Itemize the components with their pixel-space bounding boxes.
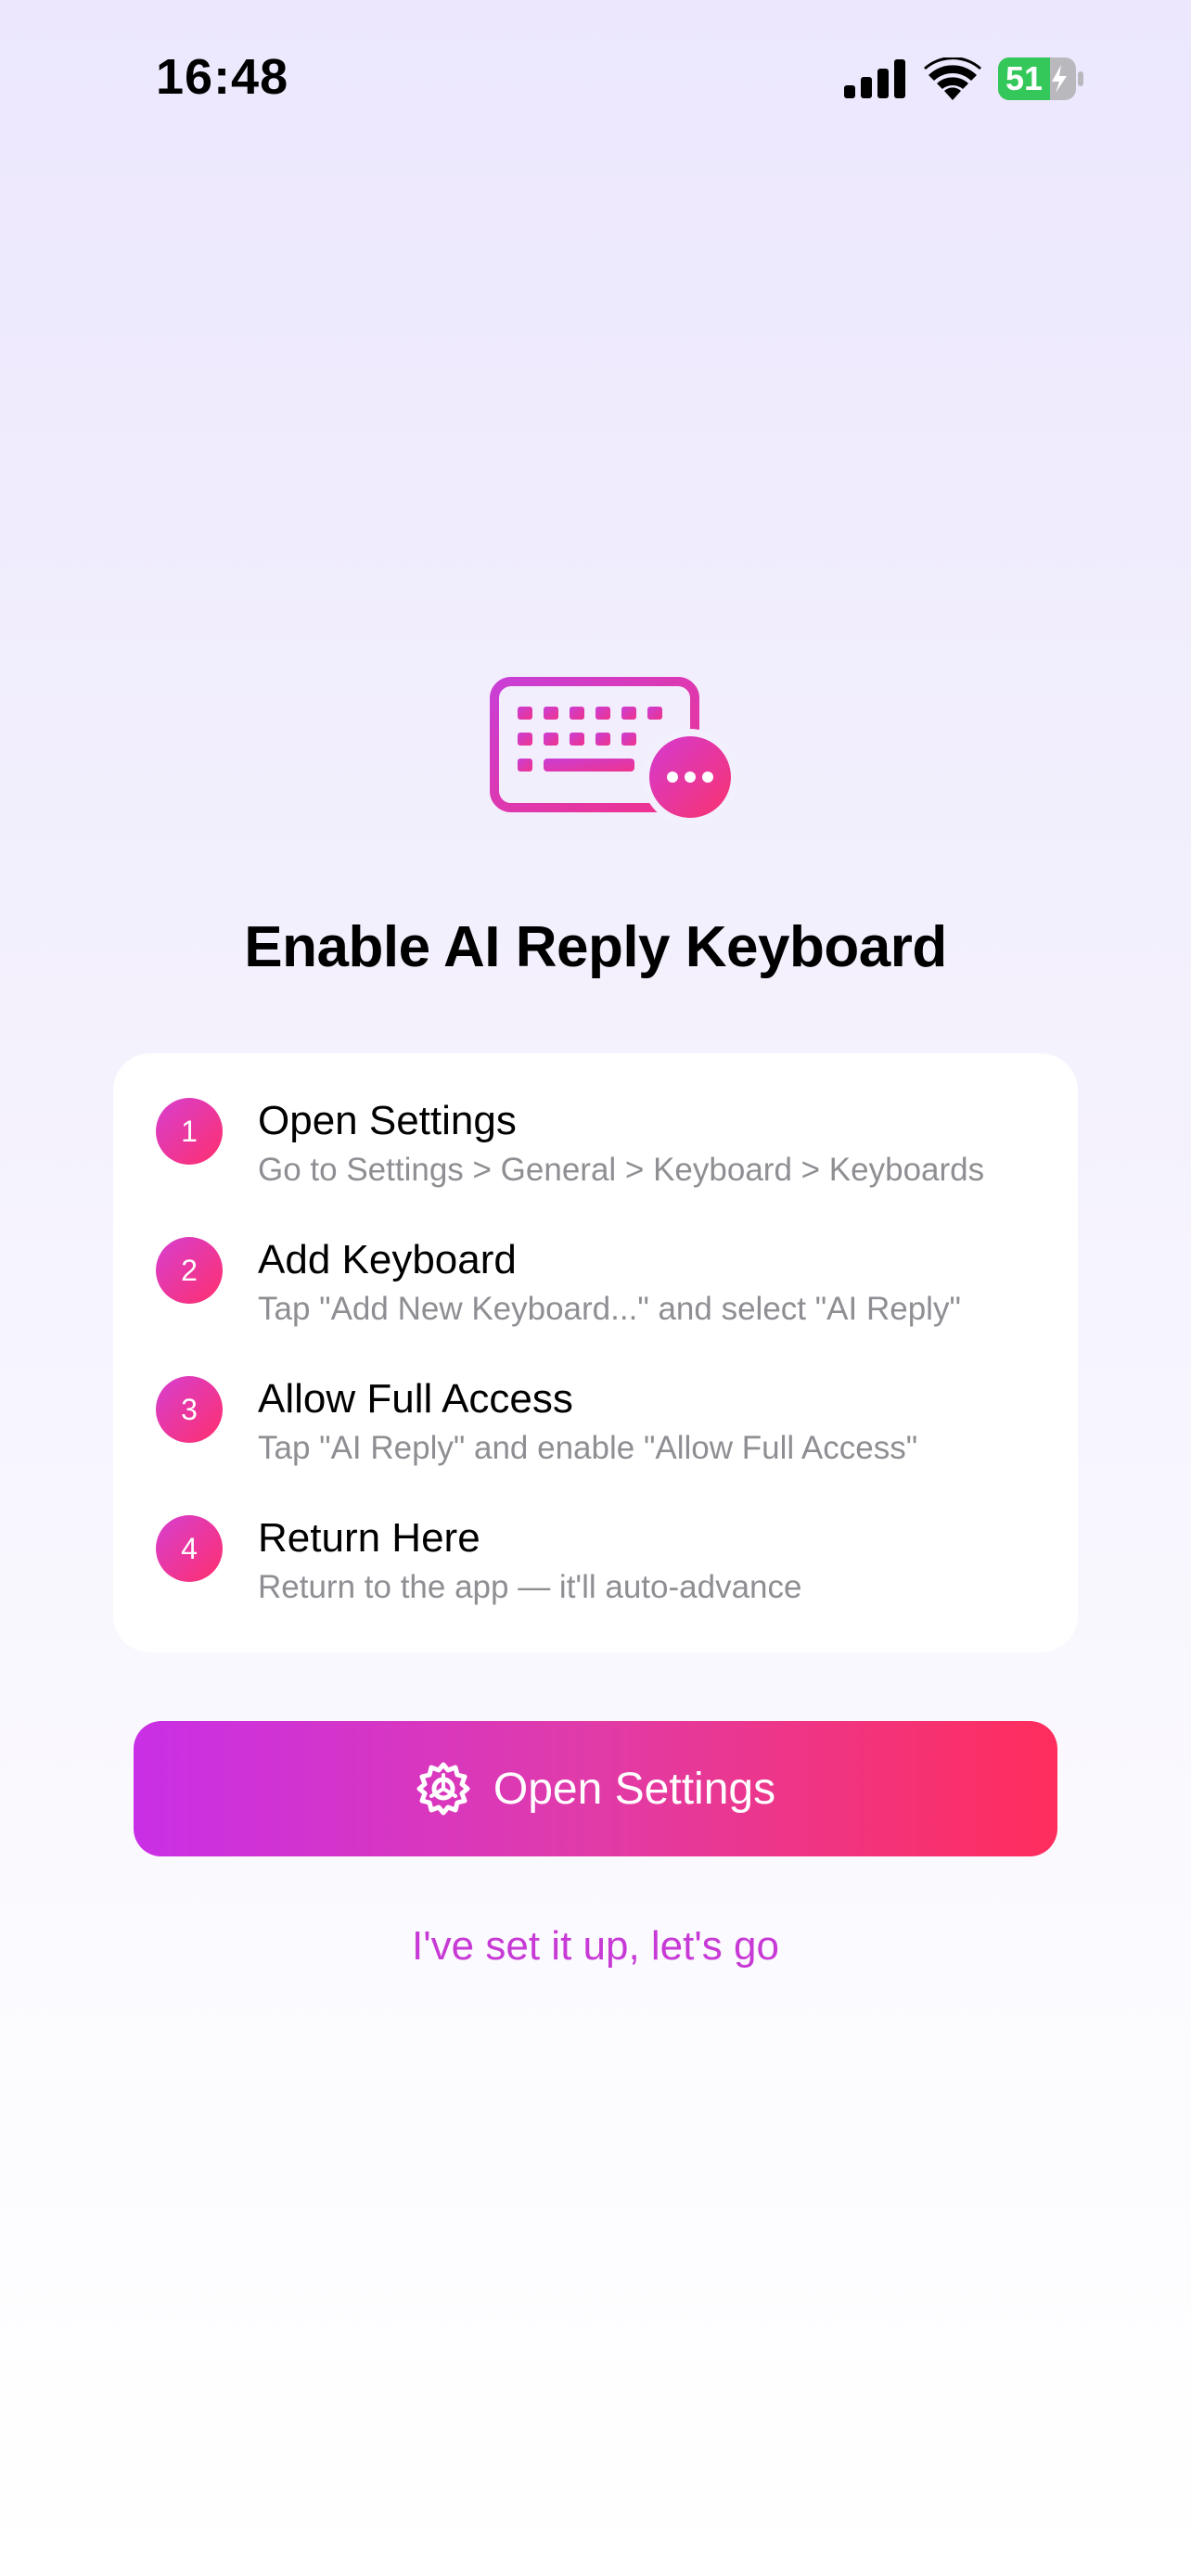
step-title: Add Keyboard — [258, 1237, 517, 1282]
step-title: Return Here — [258, 1515, 480, 1561]
step-open-settings: 1 Open Settings Go to Settings > General… — [113, 1053, 1078, 1192]
step-return-here: 4 Return Here Return to the app — it'll … — [113, 1471, 1078, 1610]
step-description: Tap "Add New Keyboard..." and select "AI… — [258, 1291, 961, 1327]
step-allow-full-access: 3 Allow Full Access Tap "AI Reply" and e… — [113, 1332, 1078, 1471]
open-settings-button[interactable]: Open Settings — [134, 1721, 1057, 1856]
page-title: Enable AI Reply Keyboard — [244, 915, 947, 979]
step-number-badge: 1 — [156, 1098, 223, 1165]
step-number-badge: 3 — [156, 1376, 223, 1443]
step-description: Return to the app — it'll auto-advance — [258, 1569, 802, 1605]
wifi-icon — [924, 57, 981, 100]
battery-percentage: 51 — [1005, 59, 1044, 97]
step-title: Open Settings — [258, 1098, 517, 1143]
status-time: 16:48 — [156, 49, 289, 105]
signal-icon — [844, 59, 905, 98]
step-description: Go to Settings > General > Keyboard > Ke… — [258, 1152, 985, 1188]
step-title: Allow Full Access — [258, 1376, 573, 1422]
step-add-keyboard: 2 Add Keyboard Tap "Add New Keyboard..."… — [113, 1192, 1078, 1332]
step-description: Tap "AI Reply" and enable "Allow Full Ac… — [258, 1430, 918, 1466]
enable-keyboard-screen: 16:48 51 Enable AI Reply Keyboard 1 Open… — [0, 0, 1191, 2576]
step-number-badge: 2 — [156, 1237, 223, 1304]
steps-card: 1 Open Settings Go to Settings > General… — [113, 1053, 1078, 1652]
setup-complete-link[interactable]: I've set it up, let's go — [0, 1923, 1191, 1970]
gear-icon — [416, 1762, 470, 1816]
step-number-badge: 4 — [156, 1515, 223, 1582]
status-bar: 16:48 51 — [0, 0, 1191, 158]
keyboard-with-chat-bubble-icon — [490, 677, 738, 825]
open-settings-label: Open Settings — [493, 1764, 776, 1814]
